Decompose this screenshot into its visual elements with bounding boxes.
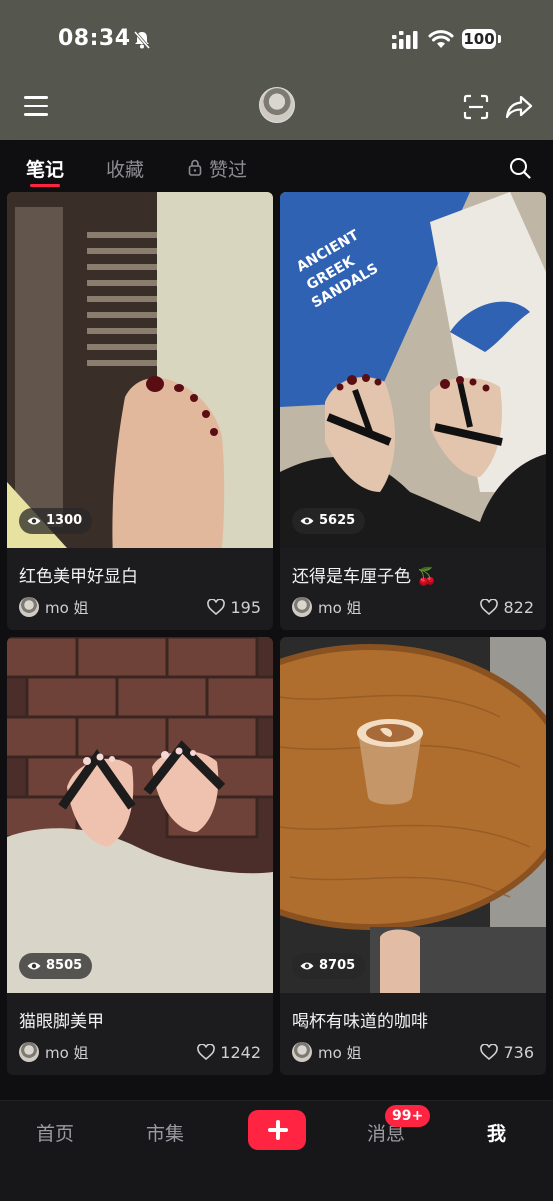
status-bar: 08:34 100 (0, 0, 553, 82)
author-name: mo 姐 (318, 598, 362, 617)
post-author[interactable]: mo 姐 (292, 1041, 362, 1063)
share-icon[interactable] (505, 94, 533, 120)
like-button[interactable]: 1242 (197, 1041, 261, 1063)
nav-me[interactable]: 我 (487, 1119, 506, 1146)
post-card[interactable]: 8705 喝杯有味道的咖啡 mo 姐 736 (280, 637, 546, 1075)
like-count: 822 (503, 597, 534, 617)
author-name: mo 姐 (318, 1043, 362, 1062)
active-tab-indicator (30, 184, 60, 187)
status-time: 08:34 (58, 26, 131, 51)
menu-icon[interactable] (24, 96, 48, 118)
nav-home[interactable]: 首页 (36, 1119, 74, 1146)
bottom-nav: 首页 市集 消息 99+ 我 (0, 1100, 553, 1201)
heart-icon (207, 599, 226, 615)
eye-icon (27, 962, 41, 970)
post-title: 喝杯有味道的咖啡 (292, 1012, 428, 1032)
author-avatar (19, 597, 39, 617)
post-title: 猫眼脚美甲 (19, 1012, 104, 1032)
post-card[interactable]: 1300 红色美甲好显白 mo 姐 195 (7, 192, 273, 630)
search-icon[interactable] (509, 157, 531, 179)
avatar[interactable] (259, 87, 295, 123)
view-count: 1300 (46, 513, 83, 528)
like-count: 736 (503, 1042, 534, 1062)
profile-tabs: 笔记 收藏 赞过 (0, 140, 553, 190)
heart-icon (197, 1044, 216, 1060)
lock-icon (188, 159, 202, 176)
post-author[interactable]: mo 姐 (19, 596, 89, 618)
post-card[interactable]: 8505 猫眼脚美甲 mo 姐 1242 (7, 637, 273, 1075)
view-count: 8705 (319, 958, 356, 973)
author-name: mo 姐 (45, 598, 89, 617)
nav-market[interactable]: 市集 (146, 1119, 184, 1146)
post-author[interactable]: mo 姐 (292, 596, 362, 618)
battery-icon: 100 (462, 29, 502, 51)
author-avatar (292, 597, 312, 617)
create-post-button[interactable] (248, 1110, 306, 1150)
view-count-badge: 8705 (292, 953, 366, 979)
author-avatar (19, 1042, 39, 1062)
scan-icon[interactable] (463, 94, 489, 120)
like-button[interactable]: 736 (480, 1041, 534, 1063)
post-title: 红色美甲好显白 (19, 567, 138, 587)
author-avatar (292, 1042, 312, 1062)
post-author[interactable]: mo 姐 (19, 1041, 89, 1063)
post-title: 还得是车厘子色 🍒 (292, 567, 438, 587)
heart-icon (480, 1044, 499, 1060)
tab-liked[interactable]: 赞过 (209, 155, 247, 182)
messages-badge: 99+ (385, 1105, 431, 1127)
view-count-badge: 8505 (19, 953, 93, 979)
eye-icon (27, 517, 41, 525)
like-count: 195 (230, 597, 261, 617)
view-count-badge: 1300 (19, 508, 93, 534)
heart-icon (480, 599, 499, 615)
eye-icon (300, 517, 314, 525)
content-panel: 笔记 收藏 赞过 1300 红色美甲好显白 mo 姐 195 ANCIENT G… (0, 140, 553, 1100)
profile-header (0, 82, 553, 140)
view-count-badge: 5625 (292, 508, 366, 534)
post-image (7, 192, 273, 548)
post-card[interactable]: ANCIENT GREEK SANDALS 5625 还得是车厘子色 🍒 mo … (280, 192, 546, 630)
tab-notes[interactable]: 笔记 (26, 155, 64, 182)
bell-muted-icon (133, 31, 151, 49)
post-image: ANCIENT GREEK SANDALS (280, 192, 546, 548)
view-count: 5625 (319, 513, 356, 528)
post-image (280, 637, 546, 993)
wifi-icon (428, 30, 454, 48)
post-image (7, 637, 273, 993)
tab-favorites[interactable]: 收藏 (106, 155, 144, 182)
like-button[interactable]: 195 (207, 596, 261, 618)
eye-icon (300, 962, 314, 970)
view-count: 8505 (46, 958, 83, 973)
like-button[interactable]: 822 (480, 596, 534, 618)
author-name: mo 姐 (45, 1043, 89, 1062)
battery-level: 100 (462, 29, 496, 49)
signal-icon (392, 31, 418, 49)
like-count: 1242 (220, 1042, 261, 1062)
